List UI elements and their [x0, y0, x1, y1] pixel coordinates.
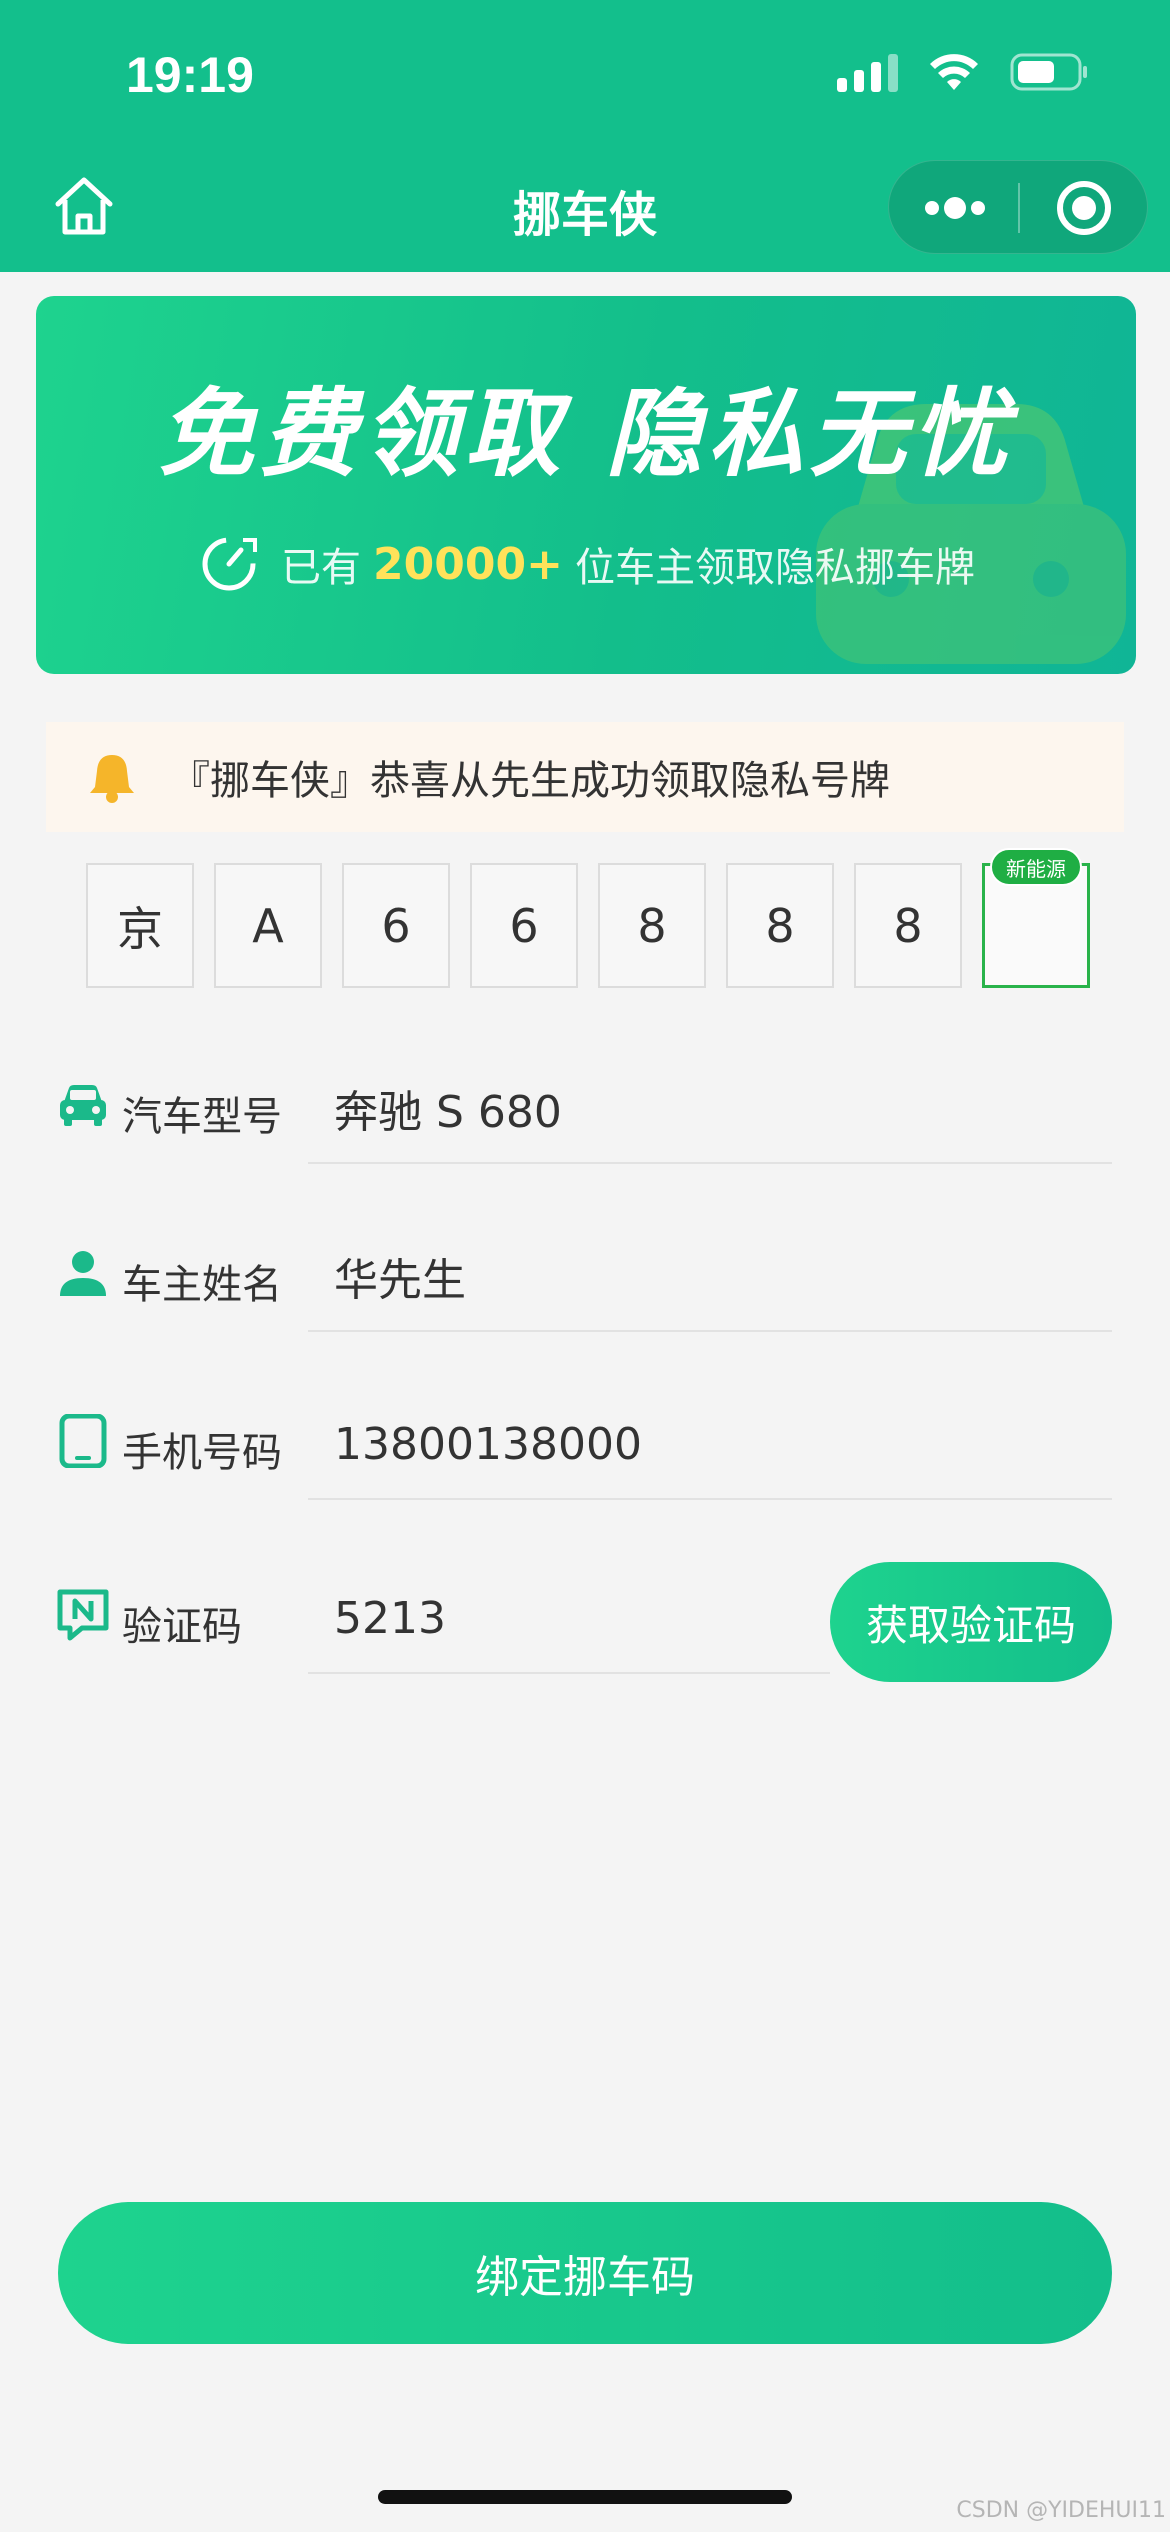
car-model-field: 汽车型号 奔驰 S 680	[56, 1054, 1112, 1164]
promo-banner: 免费领取 隐私无忧 已有 20000+ 位车主领取隐私挪车牌	[36, 296, 1136, 674]
notice-bar: 『挪车侠』恭喜从先生成功领取隐私号牌	[46, 722, 1124, 832]
banner-sub-suffix: 位车主领取隐私挪车牌	[574, 545, 975, 591]
plate-char-3[interactable]: 6	[342, 863, 450, 988]
car-model-input[interactable]: 奔驰 S 680	[308, 1054, 1112, 1164]
plate-char-7[interactable]: 8	[854, 863, 962, 988]
verify-code-label: 验证码	[122, 1604, 242, 1650]
plate-char-4[interactable]: 6	[470, 863, 578, 988]
plate-char-6[interactable]: 8	[726, 863, 834, 988]
close-miniprogram-icon[interactable]	[1057, 181, 1111, 235]
message-icon	[57, 1589, 109, 1641]
more-menu-icon[interactable]	[925, 195, 985, 221]
phone-label: 手机号码	[122, 1430, 282, 1476]
new-energy-badge: 新能源	[990, 848, 1082, 886]
battery-icon	[1010, 53, 1087, 91]
speed-icon	[202, 537, 258, 591]
banner-sub-count: 20000+	[373, 538, 563, 590]
cellular-signal-icon	[837, 52, 898, 92]
phone-field: 手机号码 13800138000	[56, 1390, 1112, 1500]
banner-sub-prefix: 已有	[281, 545, 362, 591]
top-header: 19:19 挪车侠	[0, 0, 1170, 272]
owner-name-label: 车主姓名	[122, 1262, 282, 1308]
phone-input[interactable]: 13800138000	[308, 1390, 1112, 1500]
capsule-divider	[1018, 183, 1020, 233]
car-model-label: 汽车型号	[122, 1094, 282, 1140]
plate-char-2[interactable]: A	[214, 863, 322, 988]
status-icons	[837, 52, 1090, 92]
verify-code-input[interactable]: 5213	[308, 1564, 830, 1674]
plate-input: 京 A 6 6 8 8 8 新能源	[86, 848, 1090, 988]
banner-title: 免费领取 隐私无忧	[158, 378, 1014, 490]
phone-icon	[59, 1414, 107, 1468]
notice-text: 『挪车侠』恭喜从先生成功领取隐私号牌	[170, 758, 890, 804]
get-code-button[interactable]: 获取验证码	[830, 1562, 1112, 1682]
home-indicator	[378, 2490, 792, 2504]
plate-char-5[interactable]: 8	[598, 863, 706, 988]
status-time: 19:19	[126, 47, 254, 103]
owner-name-field: 车主姓名 华先生	[56, 1222, 1112, 1332]
owner-name-input[interactable]: 华先生	[308, 1222, 1112, 1332]
miniprogram-capsule	[888, 160, 1148, 254]
plate-char-province[interactable]: 京	[86, 863, 194, 988]
bell-icon	[90, 755, 134, 803]
car-icon	[60, 1085, 106, 1126]
plate-char-new-energy[interactable]: 新能源	[982, 848, 1090, 988]
bind-button[interactable]: 绑定挪车码	[58, 2202, 1112, 2344]
wifi-icon	[930, 54, 978, 90]
user-icon	[60, 1251, 106, 1296]
watermark: CSDN @YIDEHUI11	[956, 2498, 1166, 2523]
banner-subtitle: 已有 20000+ 位车主领取隐私挪车牌	[36, 532, 1136, 596]
